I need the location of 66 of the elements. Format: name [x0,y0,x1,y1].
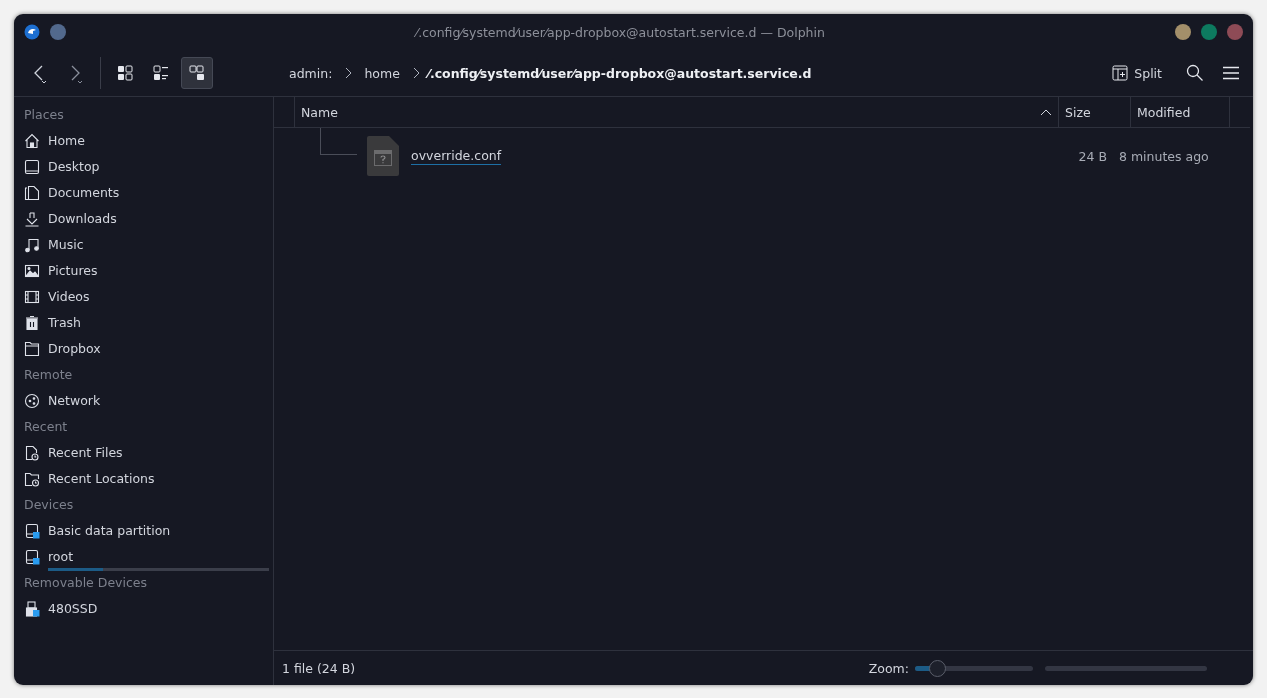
minimize-button[interactable] [1175,24,1191,40]
place-item[interactable]: Recent Locations [48,471,155,486]
window-title: ⁄.config⁄systemd⁄user⁄app-dropbox@autostart.service.d — Dolphin [413,24,826,40]
grid-view-icon [117,65,133,81]
picture-icon [24,263,40,279]
section-heading: Remote [23,366,74,384]
place-item[interactable]: Trash [48,315,82,330]
place-item[interactable]: Home [48,133,85,148]
list-view-icon [153,65,169,81]
section-heading: Removable Devices [23,574,149,592]
breadcrumb-item[interactable]: ⁄.config⁄systemd⁄user⁄app-dropbox@autostart.service.d [427,65,812,81]
place-item[interactable]: Dropbox [48,341,101,356]
file-modified: 8 minutes ago [1118,148,1210,164]
status-text: 1 file (24 B) [282,660,356,676]
music-icon [24,237,40,253]
maximize-button[interactable] [1201,24,1217,40]
place-item[interactable]: Downloads [48,211,117,226]
place-item[interactable]: Basic data partition [48,523,171,538]
tree-line [320,128,357,155]
breadcrumb-item[interactable]: home [364,65,400,81]
drive-icon [24,523,40,539]
pin-button[interactable] [50,24,66,40]
section-heading: Recent [23,418,69,436]
file-size: 24 B [1077,148,1107,164]
drive-icon [24,549,40,565]
chevron-icon [344,67,353,79]
documents-icon [24,185,40,201]
place-item[interactable]: Music [48,237,84,252]
zoom-label: Zoom: [868,660,909,676]
recent-file-icon [24,445,40,461]
menu-icon [1222,66,1240,80]
zoom-slider[interactable] [915,660,1033,676]
breadcrumb-item[interactable]: admin: [289,65,333,81]
network-icon [24,393,40,409]
folder-icon [24,341,40,357]
sort-ascending-icon [1040,108,1052,116]
download-icon [24,211,40,227]
details-view-button[interactable] [181,57,213,89]
section-heading: Places [23,106,65,124]
place-item[interactable]: Desktop [48,159,100,174]
home-icon [24,133,40,149]
recent-folder-icon [24,471,40,487]
file-name[interactable]: ovverride.conf [411,147,502,165]
place-item[interactable]: Videos [48,289,90,304]
app-icon [24,24,40,40]
place-item[interactable]: Recent Files [48,445,123,460]
place-item[interactable]: Network [48,393,101,408]
monitor-icon [24,159,40,175]
split-button[interactable]: Split [1103,57,1171,89]
details-view-icon [189,65,205,81]
column-header[interactable]: Size [1059,97,1131,127]
close-button[interactable] [1227,24,1243,40]
trash-icon [24,315,40,331]
section-heading: Devices [23,496,75,514]
film-icon [24,289,40,305]
place-item[interactable]: Pictures [48,263,98,278]
place-item[interactable]: root [48,549,74,564]
column-header[interactable]: Name [295,97,1059,127]
place-item[interactable]: 480SSD [48,601,98,616]
place-item[interactable]: Documents [48,185,120,200]
column-header[interactable]: Modified [1131,97,1230,127]
unknown-file-icon [367,136,399,176]
chevron-icon [411,67,420,79]
search-icon [1186,64,1204,82]
usb-drive-icon [24,601,40,617]
split-view-icon [1112,65,1129,81]
